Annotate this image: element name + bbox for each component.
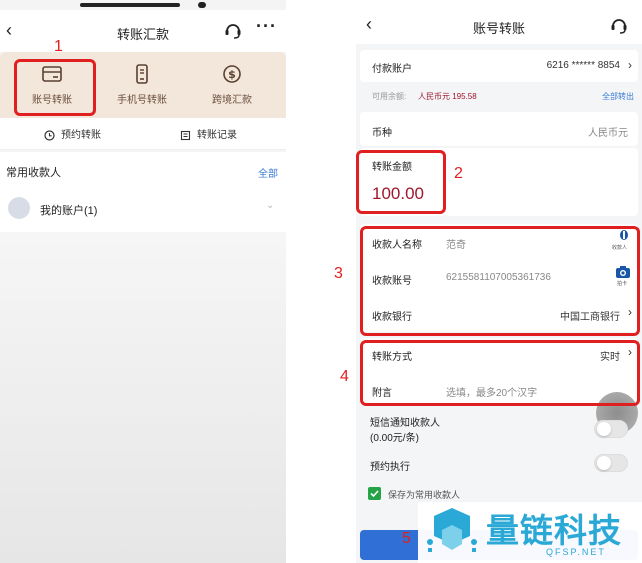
secondary-actions: 预约转账 转账记录 bbox=[0, 118, 286, 150]
headset-icon[interactable] bbox=[608, 14, 630, 36]
quick-cross-border[interactable]: $ 跨境汇款 bbox=[192, 60, 272, 112]
view-all-link[interactable]: 全部 bbox=[258, 165, 278, 180]
records-icon bbox=[180, 130, 191, 140]
transfer-records-label: 转账记录 bbox=[197, 130, 237, 141]
notch-bar bbox=[80, 3, 180, 7]
list-item[interactable]: 我的账户(1) ⌄ bbox=[0, 190, 286, 226]
chevron-down-icon[interactable]: ⌄ bbox=[266, 200, 274, 211]
annotation-number-5: 5 bbox=[402, 530, 411, 547]
annotation-number-1: 1 bbox=[54, 38, 63, 55]
annotation-box-2 bbox=[356, 150, 446, 214]
annotation-box-3 bbox=[360, 226, 640, 336]
balance-label: 可用余额: bbox=[372, 92, 407, 101]
right-nav-bar: ‹ 账号转账 bbox=[356, 0, 642, 44]
camera-dot bbox=[198, 2, 206, 8]
dollar-coin-icon: $ bbox=[223, 65, 241, 83]
headset-icon[interactable] bbox=[222, 19, 244, 41]
quick-label: 跨境汇款 bbox=[212, 95, 252, 106]
save-payee-row: 保存为常用收款人 bbox=[360, 484, 638, 504]
schedule-toggle[interactable] bbox=[594, 454, 628, 472]
schedule-row: 预约执行 bbox=[360, 450, 638, 480]
left-phone-screen: ‹ 转账汇款 ··· 账号转账 手机号转账 $ 跨境汇款 1 预约转账 转账记录… bbox=[0, 0, 286, 563]
payer-account-row[interactable]: 付款账户 6216 ****** 8854 › bbox=[360, 50, 638, 82]
annotation-number-2: 2 bbox=[454, 165, 463, 182]
quick-label: 手机号转账 bbox=[117, 95, 167, 106]
payer-label: 付款账户 bbox=[372, 64, 412, 75]
chevron-right-icon: › bbox=[628, 58, 632, 72]
annotation-box-4 bbox=[360, 340, 640, 406]
watermark-text: 量链科技 bbox=[486, 511, 622, 550]
clock-icon bbox=[44, 130, 55, 141]
page-title: 账号转账 bbox=[472, 21, 525, 36]
currency-row: 币种 人民币元 bbox=[360, 112, 638, 146]
payee-name: 我的账户(1) bbox=[40, 205, 98, 217]
currency-value: 人民币元 bbox=[588, 128, 628, 139]
transfer-all-link[interactable]: 全部转出 bbox=[602, 91, 634, 102]
watermark: 量链科技 QFSP.NET bbox=[418, 502, 642, 563]
transfer-records-link[interactable]: 转账记录 bbox=[180, 126, 237, 141]
balance-value: 人民币元 195.58 bbox=[418, 92, 477, 101]
section-title: 常用收款人 bbox=[6, 167, 61, 179]
status-bar bbox=[60, 0, 230, 10]
annotation-box-1 bbox=[14, 59, 96, 116]
sms-notify-row: 短信通知收款人 (0.00元/条) bbox=[360, 408, 638, 448]
empty-area bbox=[0, 232, 286, 563]
watermark-domain: QFSP.NET bbox=[546, 547, 606, 557]
left-nav-bar: ‹ 转账汇款 ··· bbox=[0, 10, 286, 52]
svg-text:$: $ bbox=[228, 68, 236, 81]
sms-fee: (0.00元/条) bbox=[370, 433, 419, 444]
sms-toggle[interactable] bbox=[594, 420, 628, 438]
frequent-payees-section: 常用收款人 全部 我的账户(1) ⌄ bbox=[0, 152, 286, 232]
scheduled-transfer-label: 预约转账 bbox=[61, 130, 101, 141]
save-payee-label: 保存为常用收款人 bbox=[388, 490, 461, 500]
balance-row: 可用余额: 人民币元 195.58 全部转出 bbox=[360, 86, 638, 108]
scheduled-transfer-link[interactable]: 预约转账 bbox=[44, 126, 101, 141]
annotation-number-4: 4 bbox=[340, 368, 349, 385]
quick-phone-transfer[interactable]: 手机号转账 bbox=[102, 60, 182, 112]
check-icon bbox=[370, 490, 379, 498]
annotation-number-3: 3 bbox=[334, 265, 343, 282]
payer-account: 6216 ****** 8854 bbox=[546, 60, 620, 71]
brand-logo-icon bbox=[427, 508, 477, 552]
currency-label: 币种 bbox=[372, 128, 392, 139]
sms-label: 短信通知收款人 bbox=[370, 418, 440, 429]
right-phone-screen: ‹ 账号转账 付款账户 6216 ****** 8854 › 可用余额: 人民币… bbox=[356, 0, 642, 563]
more-icon[interactable]: ··· bbox=[256, 16, 277, 37]
avatar bbox=[8, 197, 30, 219]
phone-icon bbox=[136, 64, 148, 84]
save-payee-checkbox[interactable] bbox=[368, 487, 381, 500]
schedule-label: 预约执行 bbox=[370, 462, 410, 473]
